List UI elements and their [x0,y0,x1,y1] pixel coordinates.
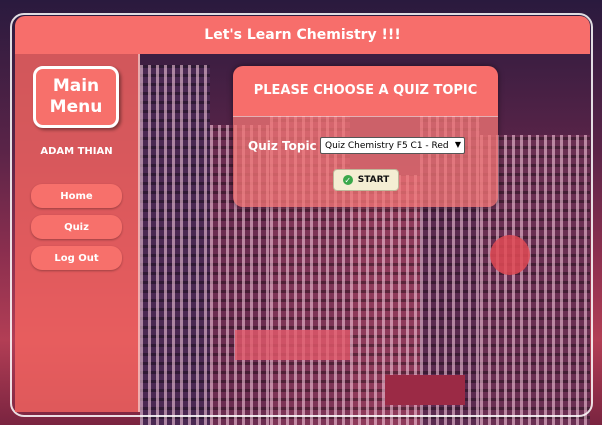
main-menu-line1: Main [52,76,100,96]
quiz-topic-card: PLEASE CHOOSE A QUIZ TOPIC Quiz Topic Qu… [233,66,498,207]
username: ADAM THIAN [40,146,113,157]
start-button[interactable]: ✓ START [333,169,399,191]
nav-quiz-button[interactable]: Quiz [31,215,122,239]
quiz-topic-select[interactable]: Quiz Chemistry F5 C1 - Red ▼ [320,137,465,154]
start-label: START [357,175,390,185]
sidebar: Main Menu ADAM THIAN Home Quiz Log Out [15,54,140,412]
quiz-topic-label: Quiz Topic [248,139,317,153]
app-title: Let's Learn Chemistry !!! [204,27,401,43]
nav-quiz-label: Quiz [64,221,89,233]
chevron-down-icon: ▼ [454,140,461,149]
card-body: Quiz Topic Quiz Chemistry F5 C1 - Red ▼ … [233,116,498,207]
check-icon: ✓ [342,175,353,185]
nav-home-label: Home [60,190,93,202]
nav-logout-button[interactable]: Log Out [31,246,122,270]
main-menu-line2: Menu [49,97,103,117]
quiz-topic-selected: Quiz Chemistry F5 C1 - Red [325,140,449,151]
app-header: Let's Learn Chemistry !!! [15,16,590,54]
card-heading: PLEASE CHOOSE A QUIZ TOPIC [233,66,498,116]
main-menu-title: Main Menu [33,66,119,128]
nav-logout-label: Log Out [54,252,99,264]
nav-home-button[interactable]: Home [31,184,122,208]
